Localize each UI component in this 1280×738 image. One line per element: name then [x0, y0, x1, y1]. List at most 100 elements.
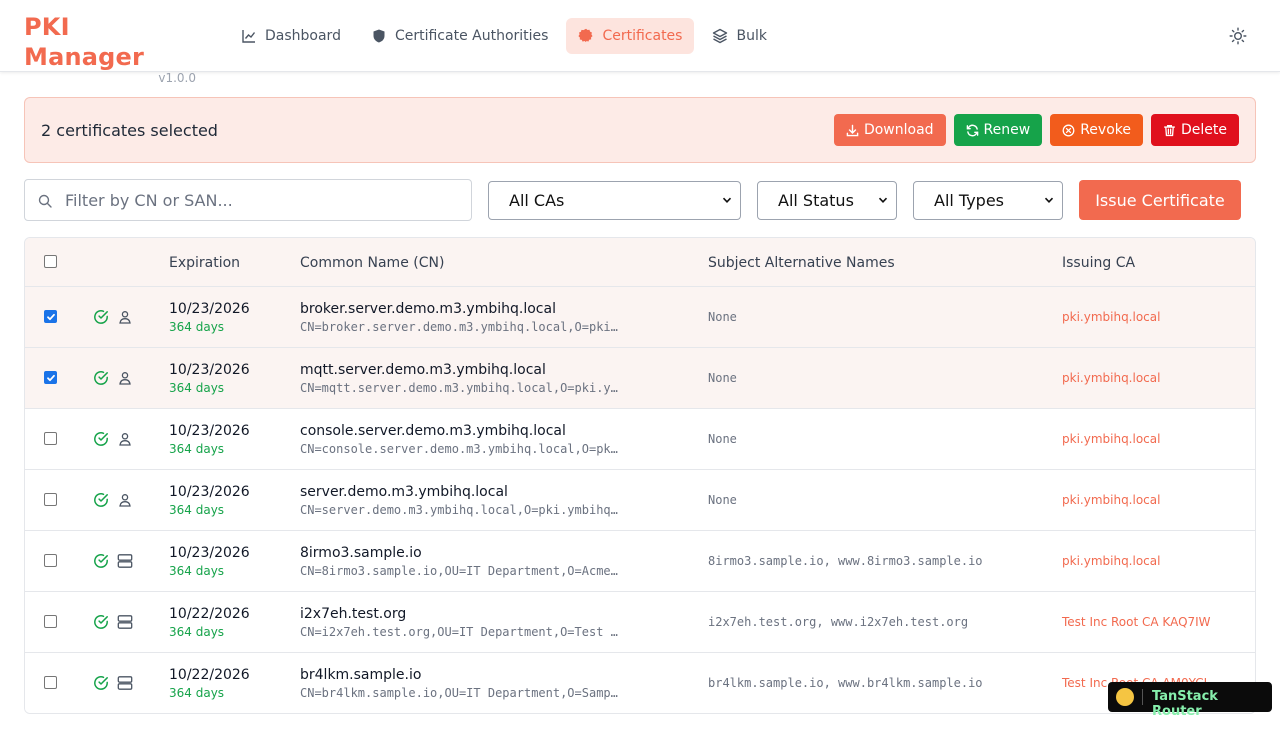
- subject-alt-names: None: [708, 371, 737, 385]
- issuing-ca-link[interactable]: Test Inc Root CA KAQ7IW: [1062, 615, 1211, 629]
- col-san[interactable]: Subject Alternative Names: [708, 255, 895, 271]
- table-row[interactable]: 10/23/2026 364 days console.server.demo.m3…: [25, 409, 1255, 470]
- expiration-date: 10/23/2026: [169, 301, 250, 317]
- issuing-ca-link[interactable]: pki.ymbihq.local: [1062, 371, 1160, 385]
- download-button[interactable]: Download: [833, 114, 946, 146]
- main-nav: Dashboard Certificate Authorities Certif…: [229, 18, 779, 54]
- brand[interactable]: PKI Manager v1.0.0: [24, 12, 196, 86]
- select-all-checkbox[interactable]: [44, 255, 57, 268]
- issuing-ca-link[interactable]: pki.ymbihq.local: [1062, 554, 1160, 568]
- sun-icon: [1229, 27, 1247, 45]
- common-name[interactable]: broker.server.demo.m3.ymbihq.local: [300, 301, 556, 317]
- search-input[interactable]: [65, 180, 465, 220]
- table-row[interactable]: 10/23/2026 364 days server.demo.m3.ymbihq.…: [25, 470, 1255, 531]
- common-name[interactable]: mqtt.server.demo.m3.ymbihq.local: [300, 362, 546, 378]
- shield-icon: [373, 29, 385, 43]
- search-icon: [38, 194, 52, 208]
- issue-certificate-button[interactable]: Issue Certificate: [1079, 180, 1241, 220]
- subject-alt-names: 8irmo3.sample.io, www.8irmo3.sample.io: [708, 554, 983, 568]
- table-row[interactable]: 10/23/2026 364 days mqtt.server.demo.m3.ym…: [25, 348, 1255, 409]
- revoke-label: Revoke: [1080, 122, 1131, 138]
- row-checkbox[interactable]: [44, 615, 57, 628]
- check-circle-icon: [93, 431, 109, 447]
- chevron-down-icon: [722, 197, 732, 203]
- common-name[interactable]: 8irmo3.sample.io: [300, 545, 422, 561]
- theme-toggle-button[interactable]: [1224, 22, 1252, 50]
- x-circle-icon: [1062, 124, 1075, 136]
- nav-dashboard[interactable]: Dashboard: [229, 18, 353, 54]
- subject-alt-names: br4lkm.sample.io, www.br4lkm.sample.io: [708, 676, 983, 690]
- col-expiration[interactable]: Expiration: [169, 255, 240, 271]
- row-checkbox[interactable]: [44, 554, 57, 567]
- nav-bulk[interactable]: Bulk: [700, 18, 778, 54]
- expiration-days: 364 days: [169, 381, 225, 395]
- chevron-down-icon: [878, 197, 888, 203]
- subject-alt-names: None: [708, 493, 737, 507]
- type-filter-select[interactable]: All Types: [913, 181, 1063, 220]
- check-circle-icon: [93, 553, 109, 569]
- row-checkbox[interactable]: [44, 310, 57, 323]
- distinguished-name: CN=server.demo.m3.ymbihq.local,O=pki.ymb…: [300, 503, 620, 517]
- expiration-date: 10/23/2026: [169, 423, 250, 439]
- subject-alt-names: None: [708, 310, 737, 324]
- layers-icon: [713, 28, 728, 44]
- app-header: PKI Manager v1.0.0 Dashboard Certificate…: [0, 0, 1280, 85]
- expiration-date: 10/23/2026: [169, 362, 250, 378]
- revoke-button[interactable]: Revoke: [1050, 114, 1143, 146]
- selection-count: 2 certificates selected: [41, 121, 218, 140]
- status-filter-select[interactable]: All Status: [757, 181, 897, 220]
- row-checkbox[interactable]: [44, 371, 57, 384]
- ca-filter-value: All CAs: [509, 191, 565, 210]
- nav-certificates[interactable]: Certificates: [566, 18, 695, 54]
- download-label: Download: [863, 122, 934, 138]
- common-name[interactable]: console.server.demo.m3.ymbihq.local: [300, 423, 566, 439]
- nav-ca-label: Certificate Authorities: [394, 28, 549, 44]
- search-box[interactable]: [24, 179, 472, 221]
- table-row[interactable]: 10/22/2026 364 days br4lkm.sample.io CN=br4…: [25, 653, 1255, 713]
- check-circle-icon: [93, 675, 109, 691]
- row-checkbox[interactable]: [44, 676, 57, 689]
- user-icon: [117, 370, 133, 386]
- delete-label: Delete: [1181, 122, 1227, 138]
- row-checkbox[interactable]: [44, 493, 57, 506]
- expiration-days: 364 days: [169, 442, 225, 456]
- common-name[interactable]: br4lkm.sample.io: [300, 667, 421, 683]
- devtools-label: TanStack Router: [1152, 689, 1218, 719]
- tanstack-router-devtools-button[interactable]: TanStack Router: [1108, 682, 1272, 719]
- common-name[interactable]: i2x7eh.test.org: [300, 606, 406, 622]
- issuing-ca-link[interactable]: pki.ymbihq.local: [1062, 493, 1160, 507]
- common-name[interactable]: server.demo.m3.ymbihq.local: [300, 484, 508, 500]
- expiration-days: 364 days: [169, 625, 225, 639]
- table-row[interactable]: 10/23/2026 364 days 8irmo3.sample.io CN=8ir…: [25, 531, 1255, 592]
- distinguished-name: CN=br4lkm.sample.io,OU=IT Department,O=S…: [300, 686, 620, 700]
- table-row[interactable]: 10/22/2026 364 days i2x7eh.test.org CN=i2x7…: [25, 592, 1255, 653]
- certificates-table: Expiration Common Name (CN) Subject Alte…: [24, 237, 1256, 714]
- expiration-days: 364 days: [169, 503, 225, 517]
- distinguished-name: CN=mqtt.server.demo.m3.ymbihq.local,O=pk…: [300, 381, 620, 395]
- user-icon: [117, 309, 133, 325]
- delete-button[interactable]: Delete: [1151, 114, 1239, 146]
- expiration-date: 10/23/2026: [169, 545, 250, 561]
- row-checkbox[interactable]: [44, 432, 57, 445]
- col-issuing-ca[interactable]: Issuing CA: [1062, 255, 1135, 271]
- check-circle-icon: [93, 370, 109, 386]
- app-title: PKI Manager: [24, 13, 145, 71]
- divider: [1142, 689, 1143, 705]
- col-common-name[interactable]: Common Name (CN): [300, 255, 444, 271]
- issuing-ca-link[interactable]: pki.ymbihq.local: [1062, 310, 1160, 324]
- check-circle-icon: [93, 492, 109, 508]
- check-circle-icon: [93, 309, 109, 325]
- issuing-ca-link[interactable]: pki.ymbihq.local: [1062, 432, 1160, 446]
- expiration-days: 364 days: [169, 686, 225, 700]
- chart-line-icon: [242, 30, 256, 43]
- certificate-badge-icon: [578, 28, 594, 43]
- nav-bulk-label: Bulk: [736, 28, 767, 44]
- renew-button[interactable]: Renew: [953, 114, 1043, 146]
- nav-certificate-authorities[interactable]: Certificate Authorities: [359, 18, 560, 54]
- trash-icon: [1164, 124, 1175, 136]
- server-icon: [117, 614, 133, 630]
- server-icon: [117, 553, 133, 569]
- table-row[interactable]: 10/23/2026 364 days broker.server.demo.m3.…: [25, 287, 1255, 348]
- ca-filter-select[interactable]: All CAs: [488, 181, 741, 220]
- distinguished-name: CN=broker.server.demo.m3.ymbihq.local,O=…: [300, 320, 620, 334]
